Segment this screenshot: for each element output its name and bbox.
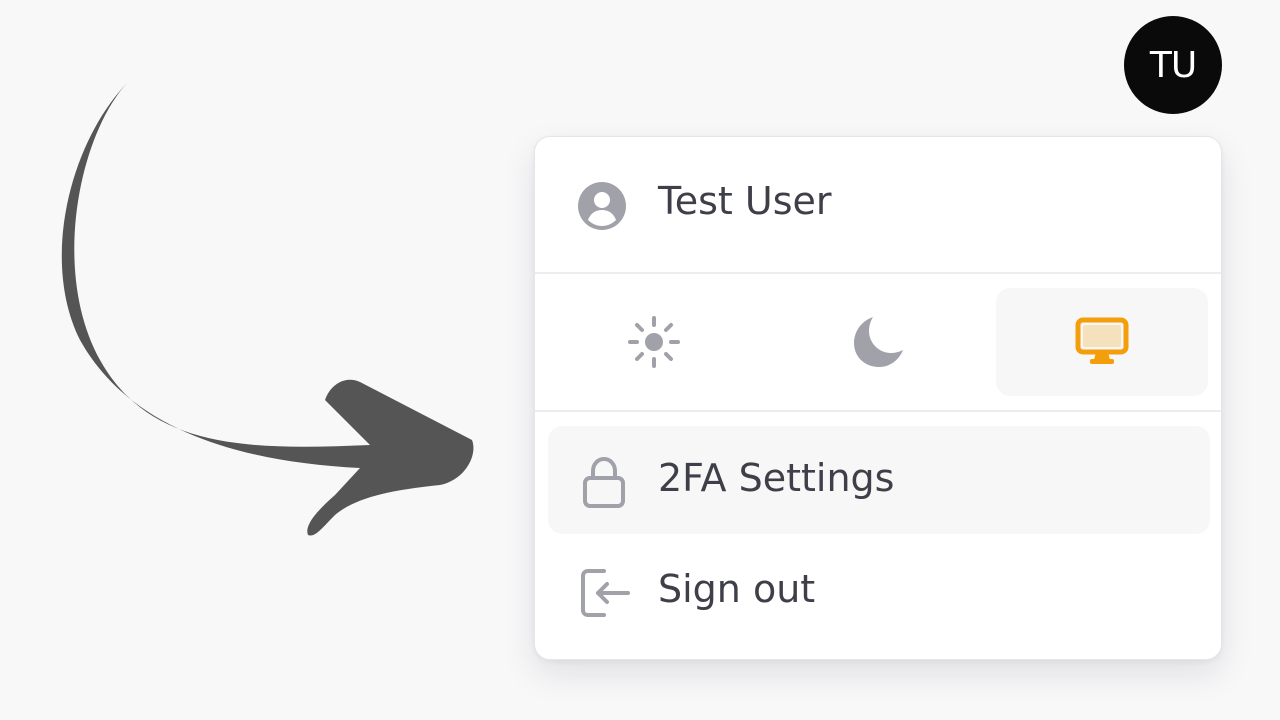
theme-system-button[interactable]: [996, 288, 1208, 396]
user-dropdown-menu: Test User 2FA Settings Sign out: [534, 136, 1222, 660]
pointing-arrow-icon: [61, 80, 474, 536]
avatar-initials: TU: [1149, 44, 1197, 86]
theme-dark-button[interactable]: [772, 288, 984, 396]
user-avatar-button[interactable]: TU: [1124, 16, 1222, 114]
menu-item-sign-out[interactable]: Sign out: [548, 537, 1210, 645]
menu-item-label: Sign out: [658, 567, 816, 611]
sun-icon: [628, 316, 680, 368]
menu-user-row: Test User: [535, 137, 1221, 274]
theme-switcher: [535, 274, 1221, 412]
monitor-icon: [1075, 317, 1129, 364]
menu-user-name: Test User: [658, 179, 832, 223]
sign-out-icon: [581, 569, 630, 617]
menu-item-2fa-settings[interactable]: 2FA Settings: [548, 426, 1210, 534]
user-circle-icon: [578, 182, 626, 230]
menu-item-label: 2FA Settings: [658, 456, 895, 500]
lock-icon: [583, 456, 625, 508]
moon-icon: [854, 317, 903, 367]
theme-light-button[interactable]: [548, 288, 760, 396]
